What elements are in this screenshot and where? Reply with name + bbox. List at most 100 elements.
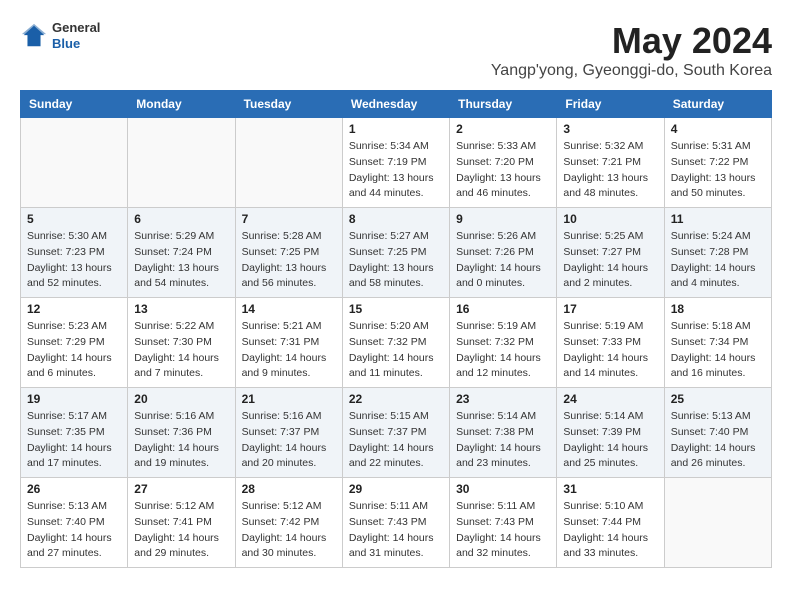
day-number: 23 xyxy=(456,392,550,406)
day-number: 12 xyxy=(27,302,121,316)
day-info: Sunrise: 5:20 AMSunset: 7:32 PMDaylight:… xyxy=(349,319,443,382)
day-number: 1 xyxy=(349,122,443,136)
logo-text: General Blue xyxy=(52,20,100,51)
day-info: Sunrise: 5:12 AMSunset: 7:41 PMDaylight:… xyxy=(134,499,228,562)
day-number: 6 xyxy=(134,212,228,226)
day-number: 17 xyxy=(563,302,657,316)
weekday-header-tuesday: Tuesday xyxy=(235,91,342,118)
day-info: Sunrise: 5:16 AMSunset: 7:36 PMDaylight:… xyxy=(134,409,228,472)
day-number: 5 xyxy=(27,212,121,226)
day-number: 15 xyxy=(349,302,443,316)
day-info: Sunrise: 5:26 AMSunset: 7:26 PMDaylight:… xyxy=(456,229,550,292)
week-row-5: 26Sunrise: 5:13 AMSunset: 7:40 PMDayligh… xyxy=(21,478,772,568)
day-number: 13 xyxy=(134,302,228,316)
day-number: 30 xyxy=(456,482,550,496)
day-info: Sunrise: 5:19 AMSunset: 7:32 PMDaylight:… xyxy=(456,319,550,382)
day-info: Sunrise: 5:11 AMSunset: 7:43 PMDaylight:… xyxy=(349,499,443,562)
day-number: 8 xyxy=(349,212,443,226)
day-number: 24 xyxy=(563,392,657,406)
day-number: 16 xyxy=(456,302,550,316)
calendar-cell: 20Sunrise: 5:16 AMSunset: 7:36 PMDayligh… xyxy=(128,388,235,478)
calendar-cell: 23 Sunrise: 5:14 AMSunset: 7:38 PMDayligh… xyxy=(450,388,557,478)
day-info: Sunrise: 5:33 AMSunset: 7:20 PMDaylight:… xyxy=(456,139,550,202)
day-info: Sunrise: 5:14 AMSunset: 7:39 PMDaylight:… xyxy=(563,409,657,472)
day-info: Sunrise: 5:13 AMSunset: 7:40 PMDaylight:… xyxy=(671,409,765,472)
calendar-cell: 14Sunrise: 5:21 AMSunset: 7:31 PMDayligh… xyxy=(235,298,342,388)
calendar-cell: 1 Sunrise: 5:34 AMSunset: 7:19 PMDaylight… xyxy=(342,118,449,208)
logo-icon xyxy=(20,22,48,50)
calendar-table: SundayMondayTuesdayWednesdayThursdayFrid… xyxy=(20,90,772,568)
calendar-cell: 6 Sunrise: 5:29 AMSunset: 7:24 PMDaylight… xyxy=(128,208,235,298)
calendar-cell xyxy=(21,118,128,208)
calendar-cell: 17 Sunrise: 5:19 AMSunset: 7:33 PMDayligh… xyxy=(557,298,664,388)
calendar-cell: 18Sunrise: 5:18 AMSunset: 7:34 PMDayligh… xyxy=(664,298,771,388)
day-info: Sunrise: 5:34 AMSunset: 7:19 PMDaylight:… xyxy=(349,139,443,202)
weekday-header-monday: Monday xyxy=(128,91,235,118)
day-info: Sunrise: 5:19 AMSunset: 7:33 PMDaylight:… xyxy=(563,319,657,382)
calendar-cell: 28 Sunrise: 5:12 AMSunset: 7:42 PMDayligh… xyxy=(235,478,342,568)
calendar-cell: 11Sunrise: 5:24 AMSunset: 7:28 PMDayligh… xyxy=(664,208,771,298)
day-info: Sunrise: 5:28 AMSunset: 7:25 PMDaylight:… xyxy=(242,229,336,292)
month-year-title: May 2024 xyxy=(491,20,772,62)
day-info: Sunrise: 5:29 AMSunset: 7:24 PMDaylight:… xyxy=(134,229,228,292)
week-row-2: 5Sunrise: 5:30 AMSunset: 7:23 PMDaylight… xyxy=(21,208,772,298)
day-number: 14 xyxy=(242,302,336,316)
day-info: Sunrise: 5:10 AMSunset: 7:44 PMDaylight:… xyxy=(563,499,657,562)
day-number: 11 xyxy=(671,212,765,226)
day-number: 2 xyxy=(456,122,550,136)
weekday-header-sunday: Sunday xyxy=(21,91,128,118)
title-block: May 2024 Yangp'yong, Gyeonggi-do, South … xyxy=(491,20,772,80)
day-number: 31 xyxy=(563,482,657,496)
calendar-cell: 4 Sunrise: 5:31 AMSunset: 7:22 PMDaylight… xyxy=(664,118,771,208)
calendar-cell xyxy=(664,478,771,568)
day-info: Sunrise: 5:31 AMSunset: 7:22 PMDaylight:… xyxy=(671,139,765,202)
weekday-header-thursday: Thursday xyxy=(450,91,557,118)
calendar-cell: 15 Sunrise: 5:20 AMSunset: 7:32 PMDayligh… xyxy=(342,298,449,388)
logo-general: General xyxy=(52,20,100,36)
day-info: Sunrise: 5:27 AMSunset: 7:25 PMDaylight:… xyxy=(349,229,443,292)
day-number: 3 xyxy=(563,122,657,136)
calendar-cell: 7 Sunrise: 5:28 AMSunset: 7:25 PMDaylight… xyxy=(235,208,342,298)
day-info: Sunrise: 5:16 AMSunset: 7:37 PMDaylight:… xyxy=(242,409,336,472)
day-number: 22 xyxy=(349,392,443,406)
week-row-4: 19 Sunrise: 5:17 AMSunset: 7:35 PMDayligh… xyxy=(21,388,772,478)
day-info: Sunrise: 5:22 AMSunset: 7:30 PMDaylight:… xyxy=(134,319,228,382)
day-info: Sunrise: 5:12 AMSunset: 7:42 PMDaylight:… xyxy=(242,499,336,562)
calendar-cell: 2 Sunrise: 5:33 AMSunset: 7:20 PMDaylight… xyxy=(450,118,557,208)
calendar-cell: 12 Sunrise: 5:23 AMSunset: 7:29 PMDayligh… xyxy=(21,298,128,388)
calendar-cell: 9 Sunrise: 5:26 AMSunset: 7:26 PMDaylight… xyxy=(450,208,557,298)
day-number: 18 xyxy=(671,302,765,316)
day-info: Sunrise: 5:14 AMSunset: 7:38 PMDaylight:… xyxy=(456,409,550,472)
day-number: 7 xyxy=(242,212,336,226)
calendar-cell: 21 Sunrise: 5:16 AMSunset: 7:37 PMDayligh… xyxy=(235,388,342,478)
weekday-header-row: SundayMondayTuesdayWednesdayThursdayFrid… xyxy=(21,91,772,118)
day-number: 25 xyxy=(671,392,765,406)
calendar-cell: 13 Sunrise: 5:22 AMSunset: 7:30 PMDayligh… xyxy=(128,298,235,388)
calendar-cell: 22Sunrise: 5:15 AMSunset: 7:37 PMDayligh… xyxy=(342,388,449,478)
calendar-cell: 26Sunrise: 5:13 AMSunset: 7:40 PMDayligh… xyxy=(21,478,128,568)
calendar-cell xyxy=(128,118,235,208)
calendar-cell: 24 Sunrise: 5:14 AMSunset: 7:39 PMDayligh… xyxy=(557,388,664,478)
weekday-header-saturday: Saturday xyxy=(664,91,771,118)
day-number: 4 xyxy=(671,122,765,136)
location-subtitle: Yangp'yong, Gyeonggi-do, South Korea xyxy=(491,62,772,80)
calendar-cell: 29 Sunrise: 5:11 AMSunset: 7:43 PMDayligh… xyxy=(342,478,449,568)
day-info: Sunrise: 5:17 AMSunset: 7:35 PMDaylight:… xyxy=(27,409,121,472)
day-info: Sunrise: 5:25 AMSunset: 7:27 PMDaylight:… xyxy=(563,229,657,292)
calendar-cell: 16 Sunrise: 5:19 AMSunset: 7:32 PMDayligh… xyxy=(450,298,557,388)
logo: General Blue xyxy=(20,20,100,51)
day-number: 28 xyxy=(242,482,336,496)
calendar-cell: 25 Sunrise: 5:13 AMSunset: 7:40 PMDayligh… xyxy=(664,388,771,478)
day-info: Sunrise: 5:23 AMSunset: 7:29 PMDaylight:… xyxy=(27,319,121,382)
day-number: 9 xyxy=(456,212,550,226)
week-row-3: 12 Sunrise: 5:23 AMSunset: 7:29 PMDayligh… xyxy=(21,298,772,388)
weekday-header-friday: Friday xyxy=(557,91,664,118)
day-info: Sunrise: 5:32 AMSunset: 7:21 PMDaylight:… xyxy=(563,139,657,202)
calendar-cell: 30Sunrise: 5:11 AMSunset: 7:43 PMDayligh… xyxy=(450,478,557,568)
day-number: 19 xyxy=(27,392,121,406)
day-number: 29 xyxy=(349,482,443,496)
page-header: General Blue May 2024 Yangp'yong, Gyeong… xyxy=(20,20,772,80)
calendar-cell: 10Sunrise: 5:25 AMSunset: 7:27 PMDayligh… xyxy=(557,208,664,298)
day-number: 21 xyxy=(242,392,336,406)
calendar-cell: 5Sunrise: 5:30 AMSunset: 7:23 PMDaylight… xyxy=(21,208,128,298)
